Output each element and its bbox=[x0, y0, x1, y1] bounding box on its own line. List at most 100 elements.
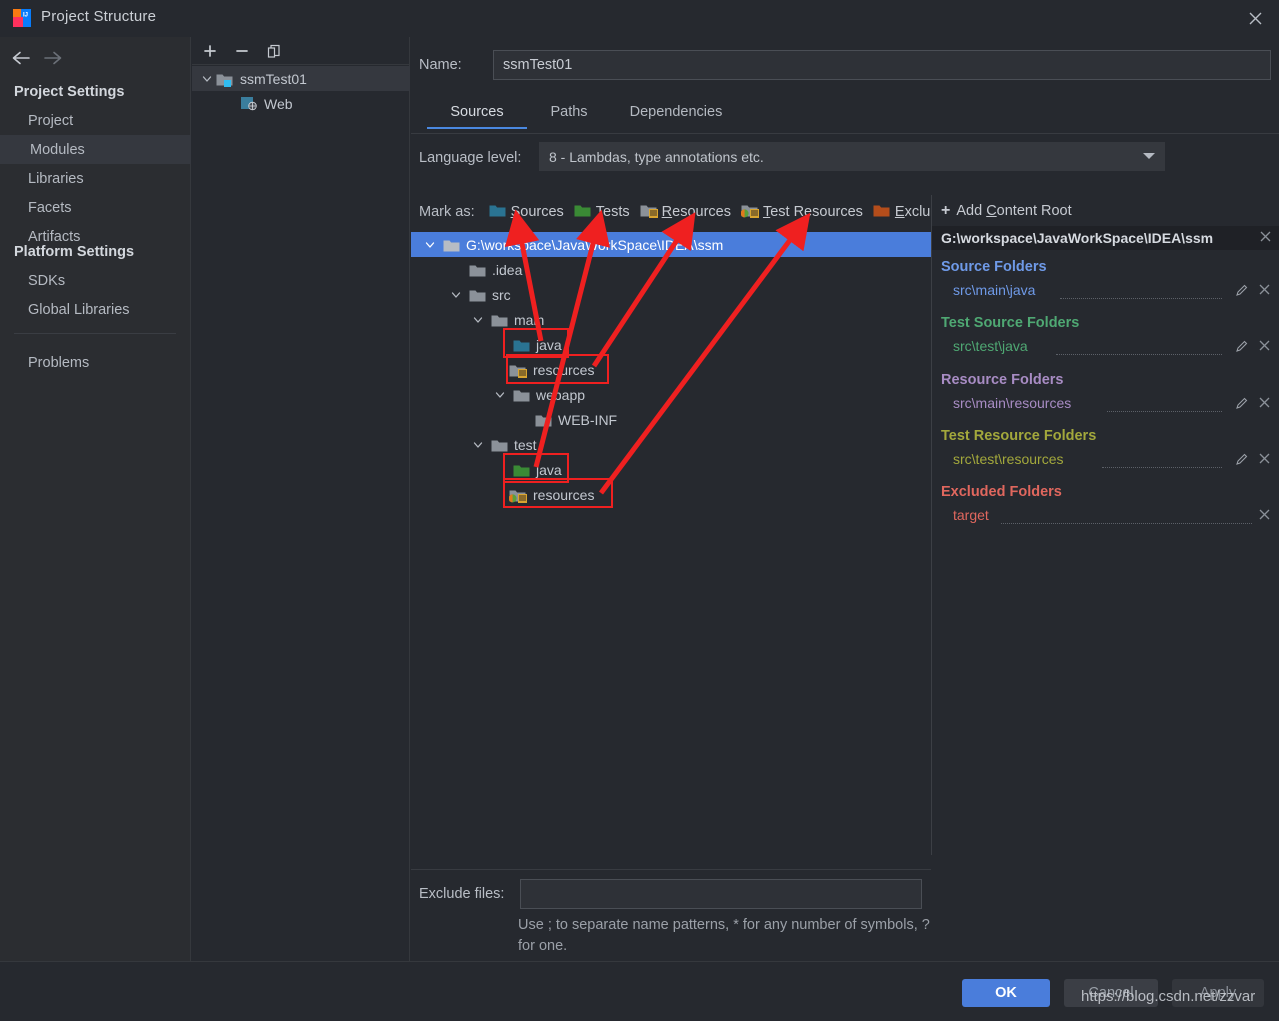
remove-icon[interactable] bbox=[1258, 283, 1271, 301]
chevron-down-icon[interactable] bbox=[200, 72, 214, 86]
dotted-leader bbox=[1001, 523, 1252, 524]
excluded-folder-icon bbox=[873, 203, 892, 222]
content-root-entry[interactable]: src\test\java bbox=[932, 337, 1279, 359]
entry-path: src\main\java bbox=[953, 282, 1036, 298]
edit-icon[interactable] bbox=[1235, 453, 1248, 471]
folder-icon bbox=[491, 313, 508, 327]
content-root-entry[interactable]: src\main\resources bbox=[932, 394, 1279, 416]
detail-tabs: Sources Paths Dependencies bbox=[419, 95, 1279, 129]
tree-row-test[interactable]: test bbox=[411, 432, 931, 457]
remove-icon[interactable] bbox=[1258, 508, 1271, 526]
tree-row-web-inf[interactable]: WEB-INF bbox=[411, 407, 931, 432]
content-root-entry[interactable]: src\test\resources bbox=[932, 450, 1279, 472]
folder-icon bbox=[513, 388, 530, 402]
module-name-row: Name: bbox=[419, 50, 1271, 82]
copy-module-button[interactable] bbox=[262, 40, 286, 62]
remove-icon[interactable] bbox=[1258, 339, 1271, 357]
arrow-right-icon[interactable] bbox=[40, 47, 66, 69]
tree-row-label: webapp bbox=[536, 386, 586, 403]
sidebar-group-project-settings: Project Settings bbox=[14, 83, 125, 100]
remove-icon[interactable] bbox=[1258, 452, 1271, 470]
folder-icon bbox=[469, 288, 486, 302]
add-content-root-button[interactable]: + Add Content Root bbox=[932, 198, 1072, 224]
content-root-entry[interactable]: src\main\java bbox=[932, 281, 1279, 303]
svg-text:IJ: IJ bbox=[23, 13, 28, 19]
tree-row-content-root[interactable]: G:\workspace\JavaWorkSpace\IDEA\ssm bbox=[411, 232, 931, 257]
module-tree-item-label: ssmTest01 bbox=[240, 70, 307, 87]
title-bar: IJ Project Structure bbox=[0, 0, 1279, 37]
tree-row-label: WEB-INF bbox=[558, 411, 618, 428]
sidebar-item-sdks[interactable]: SDKs bbox=[0, 266, 191, 295]
exclude-files-divider bbox=[411, 869, 931, 870]
ok-button[interactable]: OK bbox=[962, 979, 1050, 1007]
tree-row-main-java[interactable]: java bbox=[411, 332, 931, 357]
module-tree-item-web[interactable]: Web bbox=[192, 91, 410, 116]
mark-as-resources-button[interactable]: Resources bbox=[640, 203, 731, 222]
tree-row-idea[interactable]: .idea bbox=[411, 257, 931, 282]
edit-icon[interactable] bbox=[1235, 284, 1248, 302]
mark-as-label: Mark as: bbox=[419, 204, 475, 220]
content-root-panel: + Add Content Root G:\workspace\JavaWork… bbox=[931, 195, 1279, 855]
remove-module-button[interactable] bbox=[230, 40, 254, 62]
mark-as-row: Mark as: Sources Tests Resources Test Re… bbox=[419, 202, 965, 222]
edit-icon[interactable] bbox=[1235, 340, 1248, 358]
sidebar-item-project[interactable]: Project bbox=[0, 106, 191, 135]
sidebar-item-global-libraries[interactable]: Global Libraries bbox=[0, 295, 191, 324]
tree-row-main-resources[interactable]: resources bbox=[411, 357, 931, 382]
sidebar-item-facets[interactable]: Facets bbox=[0, 193, 191, 222]
tab-sources[interactable]: Sources bbox=[427, 95, 527, 129]
entry-path: target bbox=[953, 507, 989, 523]
content-root-entry[interactable]: target bbox=[932, 506, 1279, 528]
module-name-input[interactable] bbox=[493, 50, 1271, 80]
web-facet-icon bbox=[240, 96, 259, 111]
test-resources-folder-icon bbox=[508, 488, 527, 503]
sidebar-item-problems[interactable]: Problems bbox=[0, 348, 191, 377]
close-icon[interactable] bbox=[1232, 0, 1279, 37]
edit-icon[interactable] bbox=[1235, 397, 1248, 415]
mark-as-tests-button[interactable]: Tests bbox=[574, 203, 630, 222]
chevron-down-icon[interactable] bbox=[471, 313, 485, 327]
group-title-test-resource-folders: Test Resource Folders bbox=[941, 428, 1097, 444]
dialog-footer: OK Cancel Apply bbox=[0, 961, 1279, 1021]
tree-row-label: java bbox=[536, 461, 562, 478]
tree-row-test-java[interactable]: java bbox=[411, 457, 931, 482]
dotted-leader bbox=[1102, 467, 1222, 468]
tree-row-label: java bbox=[536, 336, 562, 353]
mark-as-sources-button[interactable]: Sources bbox=[489, 203, 564, 222]
folder-icon bbox=[535, 413, 552, 427]
sidebar-item-libraries[interactable]: Libraries bbox=[0, 164, 191, 193]
chevron-down-icon[interactable] bbox=[423, 238, 437, 252]
sidebar-item-modules[interactable]: Modules bbox=[0, 135, 191, 164]
tree-row-webapp[interactable]: webapp bbox=[411, 382, 931, 407]
chevron-down-icon[interactable] bbox=[449, 288, 463, 302]
sidebar-item-artifacts[interactable]: Artifacts bbox=[0, 222, 191, 251]
tab-paths[interactable]: Paths bbox=[539, 95, 599, 129]
exclude-files-input[interactable] bbox=[520, 879, 922, 909]
remove-icon[interactable] bbox=[1258, 396, 1271, 414]
language-level-label: Language level: bbox=[419, 150, 522, 166]
add-module-button[interactable] bbox=[198, 40, 222, 62]
tree-row-label: src bbox=[492, 286, 511, 303]
tabs-underline-divider bbox=[411, 133, 1279, 134]
tree-row-src[interactable]: src bbox=[411, 282, 931, 307]
language-level-select[interactable]: 8 - Lambdas, type annotations etc. bbox=[539, 142, 1165, 171]
module-tree-item-ssmtest01[interactable]: ssmTest01 bbox=[192, 66, 410, 91]
tab-dependencies[interactable]: Dependencies bbox=[611, 95, 741, 129]
entry-path: src\main\resources bbox=[953, 395, 1072, 411]
mark-as-test-resources-button[interactable]: Test Resources bbox=[740, 203, 863, 222]
tree-row-label: main bbox=[514, 311, 545, 328]
apply-button[interactable]: Apply bbox=[1172, 979, 1264, 1007]
tree-row-test-resources[interactable]: resources bbox=[411, 482, 931, 507]
mark-as-sources-label: Sources bbox=[510, 204, 564, 220]
sidebar-nav bbox=[0, 37, 191, 75]
arrow-left-icon[interactable] bbox=[8, 47, 34, 69]
tree-row-main[interactable]: main bbox=[411, 307, 931, 332]
mark-as-tests-label: Tests bbox=[595, 204, 630, 220]
cancel-button[interactable]: Cancel bbox=[1064, 979, 1158, 1007]
chevron-down-icon[interactable] bbox=[493, 388, 507, 402]
tree-row-label: test bbox=[514, 436, 537, 453]
chevron-down-icon[interactable] bbox=[471, 438, 485, 452]
remove-content-root-icon[interactable] bbox=[1259, 230, 1272, 246]
content-root-path-header: G:\workspace\JavaWorkSpace\IDEA\ssm bbox=[932, 226, 1279, 250]
mark-as-test-resources-label: Test Resources bbox=[762, 204, 863, 220]
